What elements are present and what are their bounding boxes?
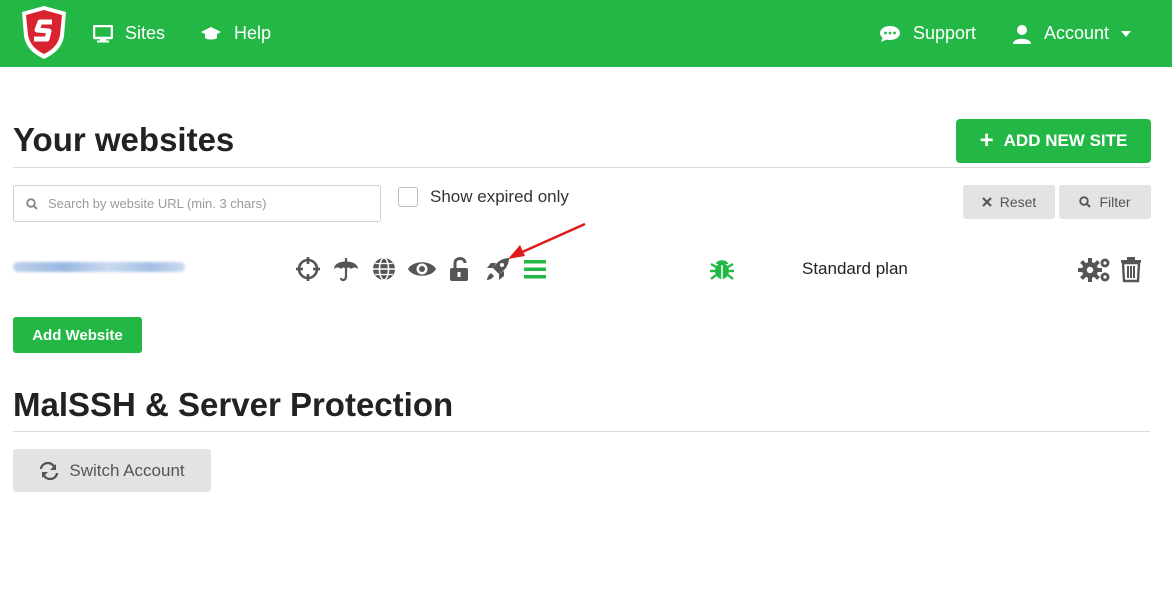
search-icon <box>26 197 38 210</box>
bug-icon[interactable] <box>708 255 736 283</box>
nav-support-label: Support <box>913 23 977 43</box>
umbrella-icon[interactable] <box>332 255 360 283</box>
page-title: Your websites <box>13 121 235 158</box>
nav-support[interactable]: Support <box>879 0 976 67</box>
nav-account[interactable]: Account <box>1012 0 1143 67</box>
nav-account-label: Account <box>1044 23 1110 43</box>
shield-s-logo[interactable] <box>18 4 70 60</box>
switch-account-button[interactable]: Switch Account <box>13 449 211 492</box>
switch-account-label: Switch Account <box>69 460 185 480</box>
chat-bubble-icon <box>880 25 900 42</box>
nav-sites-label: Sites <box>125 23 166 43</box>
nav-help[interactable]: Help <box>200 0 271 67</box>
add-website-button[interactable]: Add Website <box>13 317 142 353</box>
user-icon <box>1013 24 1031 44</box>
close-icon <box>981 197 992 207</box>
show-expired-checkbox[interactable] <box>398 187 418 207</box>
monitor-icon <box>93 24 113 42</box>
top-navbar: Sites Help Support Account <box>0 0 1172 67</box>
refresh-icon <box>40 461 59 480</box>
section-divider <box>13 167 1150 168</box>
search-icon <box>1079 196 1092 208</box>
show-expired-toggle[interactable]: Show expired only <box>398 187 569 207</box>
nav-sites[interactable]: Sites <box>93 0 165 67</box>
show-expired-label: Show expired only <box>430 187 569 206</box>
chevron-down-icon <box>1121 30 1132 37</box>
filter-button[interactable]: Filter <box>1059 185 1151 219</box>
annotation-arrow <box>508 222 586 259</box>
section-divider <box>13 431 1150 432</box>
nav-help-label: Help <box>234 23 272 43</box>
add-new-site-label: ADD NEW SITE <box>1003 131 1128 150</box>
globe-icon[interactable] <box>370 255 398 283</box>
reset-label: Reset <box>999 194 1037 210</box>
search-input[interactable] <box>46 195 350 212</box>
add-new-site-button[interactable]: + ADD NEW SITE <box>956 119 1151 163</box>
unlock-icon[interactable] <box>446 255 474 283</box>
plan-label: Standard plan <box>802 259 908 278</box>
add-website-label: Add Website <box>32 326 123 344</box>
gears-icon[interactable] <box>1077 255 1113 283</box>
server-section-title: MalSSH & Server Protection <box>13 386 454 423</box>
crosshair-icon[interactable] <box>294 255 322 283</box>
reset-button[interactable]: Reset <box>963 185 1055 219</box>
trash-icon[interactable] <box>1118 255 1146 283</box>
filter-label: Filter <box>1099 194 1131 210</box>
search-box[interactable] <box>13 185 381 222</box>
plus-icon: + <box>979 127 994 154</box>
site-url-redacted[interactable] <box>13 262 185 272</box>
eye-icon[interactable] <box>407 255 437 283</box>
graduation-cap-icon <box>201 26 221 39</box>
